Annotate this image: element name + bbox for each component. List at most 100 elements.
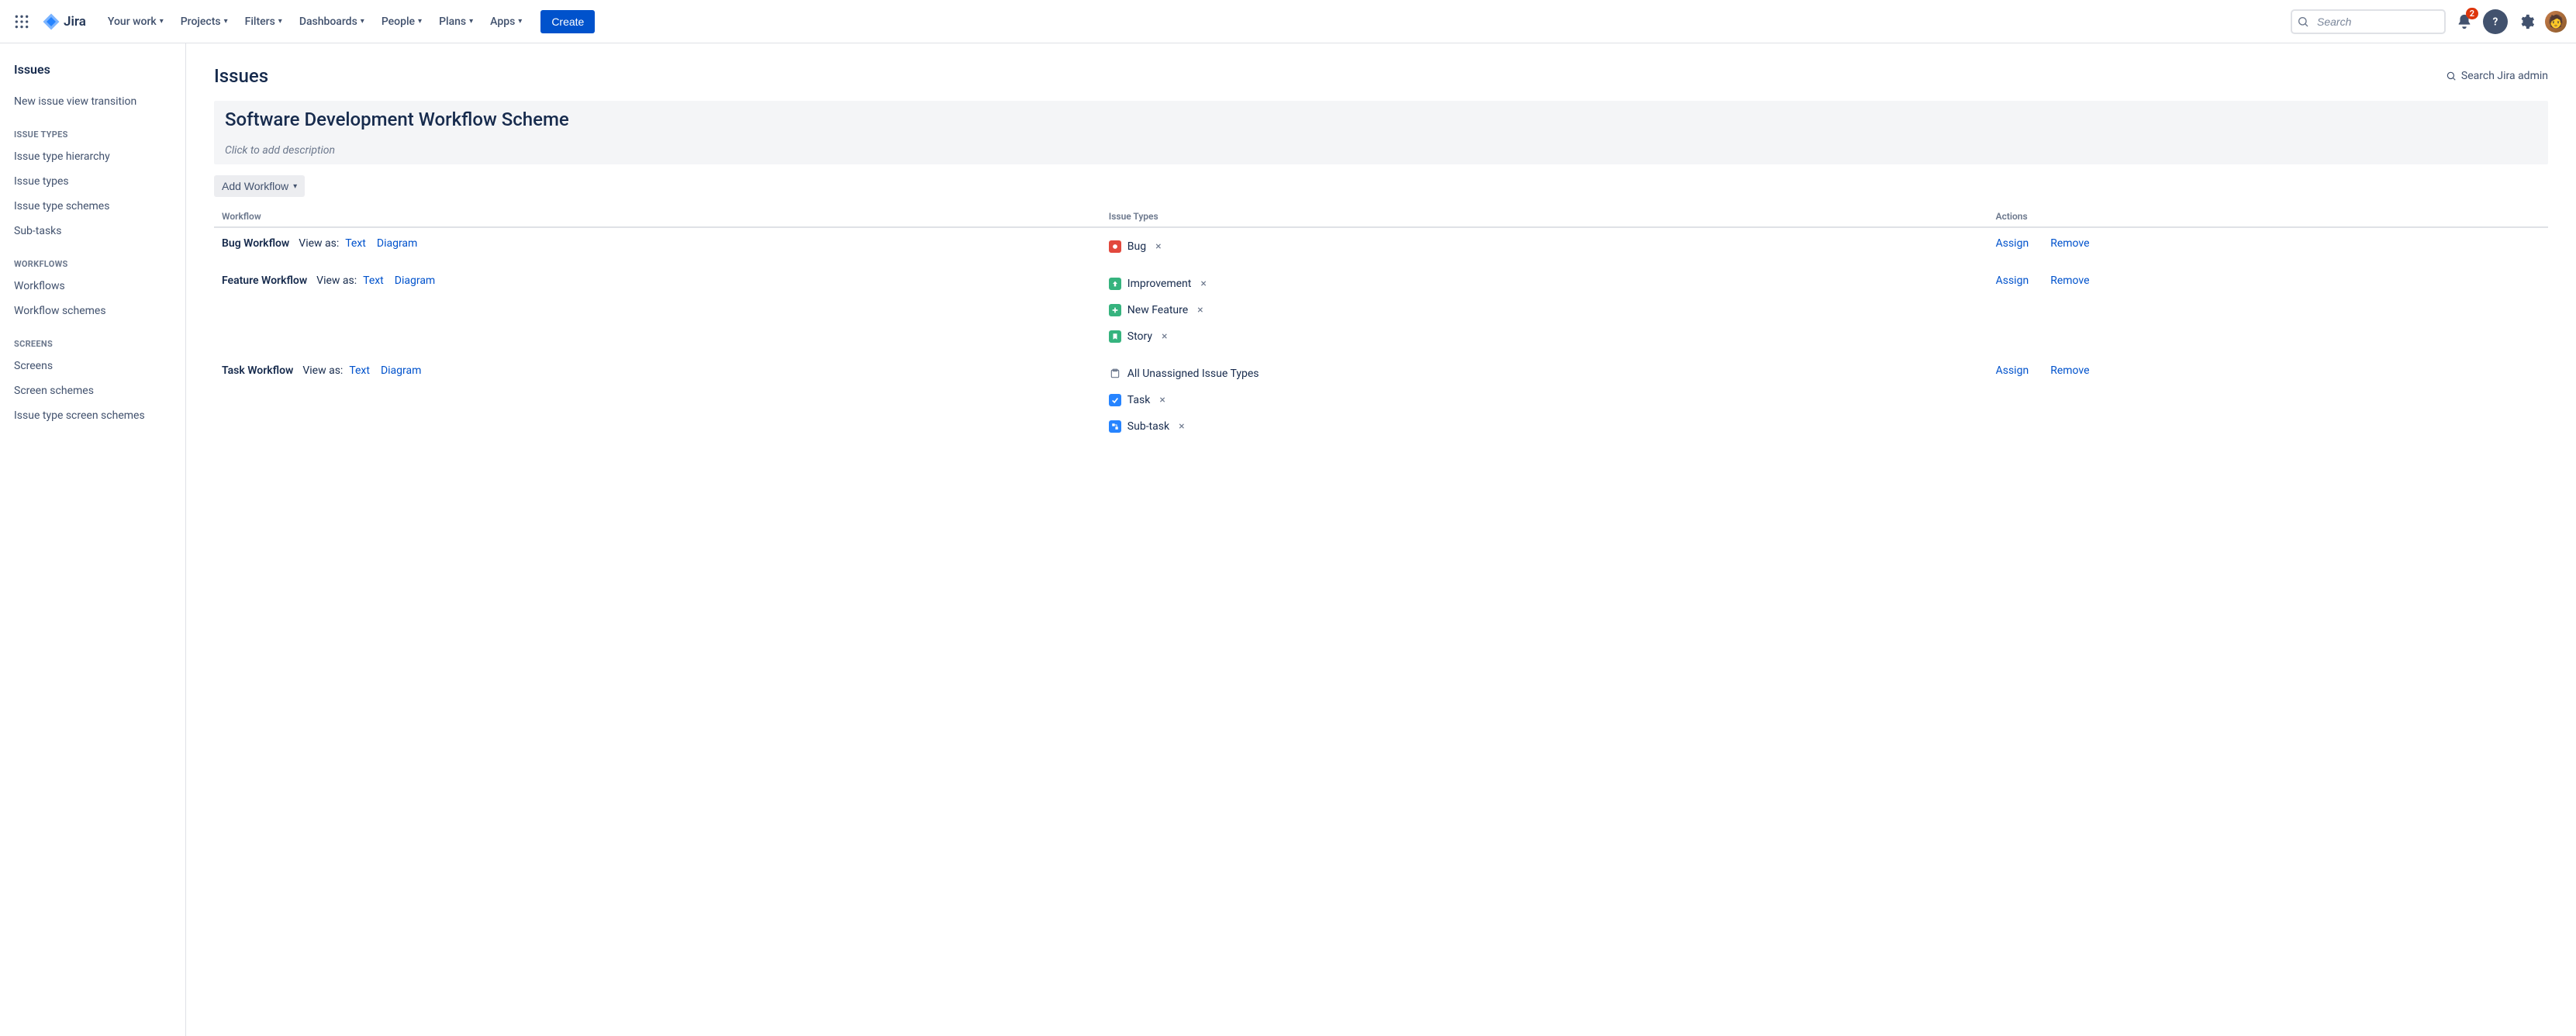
arrow-up-icon [1109, 278, 1121, 290]
search-icon [2446, 71, 2457, 81]
chevron-down-icon: ▾ [361, 17, 364, 26]
global-search[interactable] [2291, 9, 2446, 34]
issue-type-chip: Story × [1109, 327, 1980, 346]
issue-type-chip: Bug × [1109, 237, 1980, 256]
jira-logo[interactable]: Jira [37, 12, 91, 31]
sidebar-item-screen-schemes[interactable]: Screen schemes [6, 378, 179, 403]
col-actions: Actions [1988, 206, 2548, 227]
notifications-button[interactable]: 2 [2452, 9, 2477, 34]
question-icon: ? [2488, 15, 2502, 29]
help-button[interactable]: ? [2483, 9, 2508, 34]
nav-item-apps[interactable]: Apps▾ [482, 11, 530, 33]
sidebar-item-workflow-schemes[interactable]: Workflow schemes [6, 299, 179, 323]
issue-type-chip: Sub-task × [1109, 417, 1980, 436]
product-name: Jira [64, 14, 86, 29]
issue-type-chip: Task × [1109, 391, 1980, 409]
chevron-down-icon: ▾ [518, 17, 522, 26]
sidebar: Issues New issue view transition Issue t… [0, 43, 186, 1036]
workflow-row: Bug WorkflowView as:TextDiagramBug×Assig… [214, 227, 2548, 265]
page-title: Issues [214, 65, 268, 87]
check-icon [1109, 394, 1121, 406]
remove-issuetype-icon[interactable]: × [1159, 330, 1170, 343]
sidebar-item-issue-type-hierarchy[interactable]: Issue type hierarchy [6, 144, 179, 169]
issue-type-label: All Unassigned Issue Types [1127, 368, 1259, 380]
main-content: Issues Search Jira admin Software Develo… [186, 43, 2576, 1036]
remove-issuetype-icon[interactable]: × [1152, 240, 1164, 253]
viewas-text-link[interactable]: Text [349, 364, 370, 377]
subtask-icon [1109, 420, 1121, 433]
viewas-diagram-link[interactable]: Diagram [395, 275, 435, 287]
search-input[interactable] [2291, 9, 2446, 34]
nav-item-people[interactable]: People▾ [374, 11, 430, 33]
sidebar-title: Issues [6, 62, 179, 89]
scheme-title[interactable]: Software Development Workflow Scheme [214, 101, 2548, 138]
sidebar-item-new-issue-view-transition[interactable]: New issue view transition [6, 89, 179, 114]
settings-button[interactable] [2514, 9, 2539, 34]
assign-link[interactable]: Assign [1996, 364, 2029, 377]
workflow-table: Workflow Issue Types Actions Bug Workflo… [214, 206, 2548, 445]
remove-issuetype-icon[interactable]: × [1194, 304, 1206, 316]
nav-item-your-work[interactable]: Your work▾ [100, 11, 171, 33]
issue-type-chip: New Feature × [1109, 301, 1980, 319]
notification-badge: 2 [2466, 8, 2478, 19]
sidebar-heading-issue-types: Issue types [6, 114, 179, 144]
issue-type-label: New Feature [1127, 304, 1188, 316]
bookmark-icon [1109, 330, 1121, 343]
sidebar-item-issue-types[interactable]: Issue types [6, 169, 179, 194]
remove-issuetype-icon[interactable]: × [1197, 278, 1209, 290]
assign-link[interactable]: Assign [1996, 275, 2029, 287]
sidebar-item-issue-type-schemes[interactable]: Issue type schemes [6, 194, 179, 219]
top-nav: Jira Your work▾Projects▾Filters▾Dashboar… [0, 0, 2576, 43]
chevron-down-icon: ▾ [469, 17, 473, 26]
avatar[interactable]: 🧑 [2545, 11, 2567, 33]
issue-type-label: Bug [1127, 240, 1146, 253]
remove-link[interactable]: Remove [2050, 237, 2089, 250]
viewas-label: View as: [316, 275, 357, 287]
gear-icon [2518, 13, 2535, 30]
add-workflow-button[interactable]: Add Workflow ▾ [214, 175, 305, 197]
chevron-down-icon: ▾ [418, 17, 422, 26]
workflow-row: Feature Workflow View as: Text Diagram Impro… [214, 265, 2548, 355]
nav-item-filters[interactable]: Filters▾ [237, 11, 290, 33]
sidebar-item-workflows[interactable]: Workflows [6, 274, 179, 299]
remove-issuetype-icon[interactable]: × [1176, 420, 1187, 433]
assign-link[interactable]: Assign [1996, 237, 2029, 250]
workflow-name: Task Workflow [222, 364, 293, 377]
sidebar-heading-screens: Screens [6, 323, 179, 354]
chevron-down-icon: ▾ [160, 17, 164, 26]
col-issue-types: Issue Types [1101, 206, 1988, 227]
issue-type-label: Sub-task [1127, 420, 1169, 433]
nav-item-projects[interactable]: Projects▾ [173, 11, 236, 33]
nav-item-dashboards[interactable]: Dashboards▾ [292, 11, 372, 33]
issue-type-label: Improvement [1127, 278, 1192, 290]
remove-link[interactable]: Remove [2050, 364, 2089, 377]
issue-type-label: Task [1127, 394, 1151, 406]
plus-icon [1109, 304, 1121, 316]
create-button[interactable]: Create [540, 10, 595, 33]
folder-icon [1109, 368, 1121, 380]
col-workflow: Workflow [214, 206, 1101, 227]
svg-text:?: ? [2493, 16, 2498, 28]
sidebar-item-sub-tasks[interactable]: Sub-tasks [6, 219, 179, 243]
remove-link[interactable]: Remove [2050, 275, 2089, 287]
workflow-name: Feature Workflow [222, 275, 307, 287]
scheme-description-placeholder[interactable]: Click to add description [214, 138, 2548, 164]
viewas-text-link[interactable]: Text [345, 237, 366, 250]
issue-type-chip: Improvement × [1109, 275, 1980, 293]
remove-issuetype-icon[interactable]: × [1156, 394, 1168, 406]
viewas-diagram-link[interactable]: Diagram [377, 237, 417, 250]
chevron-down-icon: ▾ [293, 182, 297, 191]
issue-type-chip: All Unassigned Issue Types [1109, 364, 1980, 383]
nav-item-plans[interactable]: Plans▾ [431, 11, 481, 33]
workflow-name: Bug Workflow [222, 237, 289, 250]
viewas-label: View as: [302, 364, 343, 377]
viewas-diagram-link[interactable]: Diagram [381, 364, 421, 377]
sidebar-item-issue-type-screen-schemes[interactable]: Issue type screen schemes [6, 403, 179, 428]
jira-logo-icon [42, 12, 60, 31]
issue-type-label: Story [1127, 330, 1152, 343]
viewas-text-link[interactable]: Text [363, 275, 384, 287]
admin-search-link[interactable]: Search Jira admin [2446, 70, 2548, 82]
sidebar-item-screens[interactable]: Screens [6, 354, 179, 378]
bug-icon [1109, 240, 1121, 253]
app-switcher-icon[interactable] [9, 9, 34, 34]
